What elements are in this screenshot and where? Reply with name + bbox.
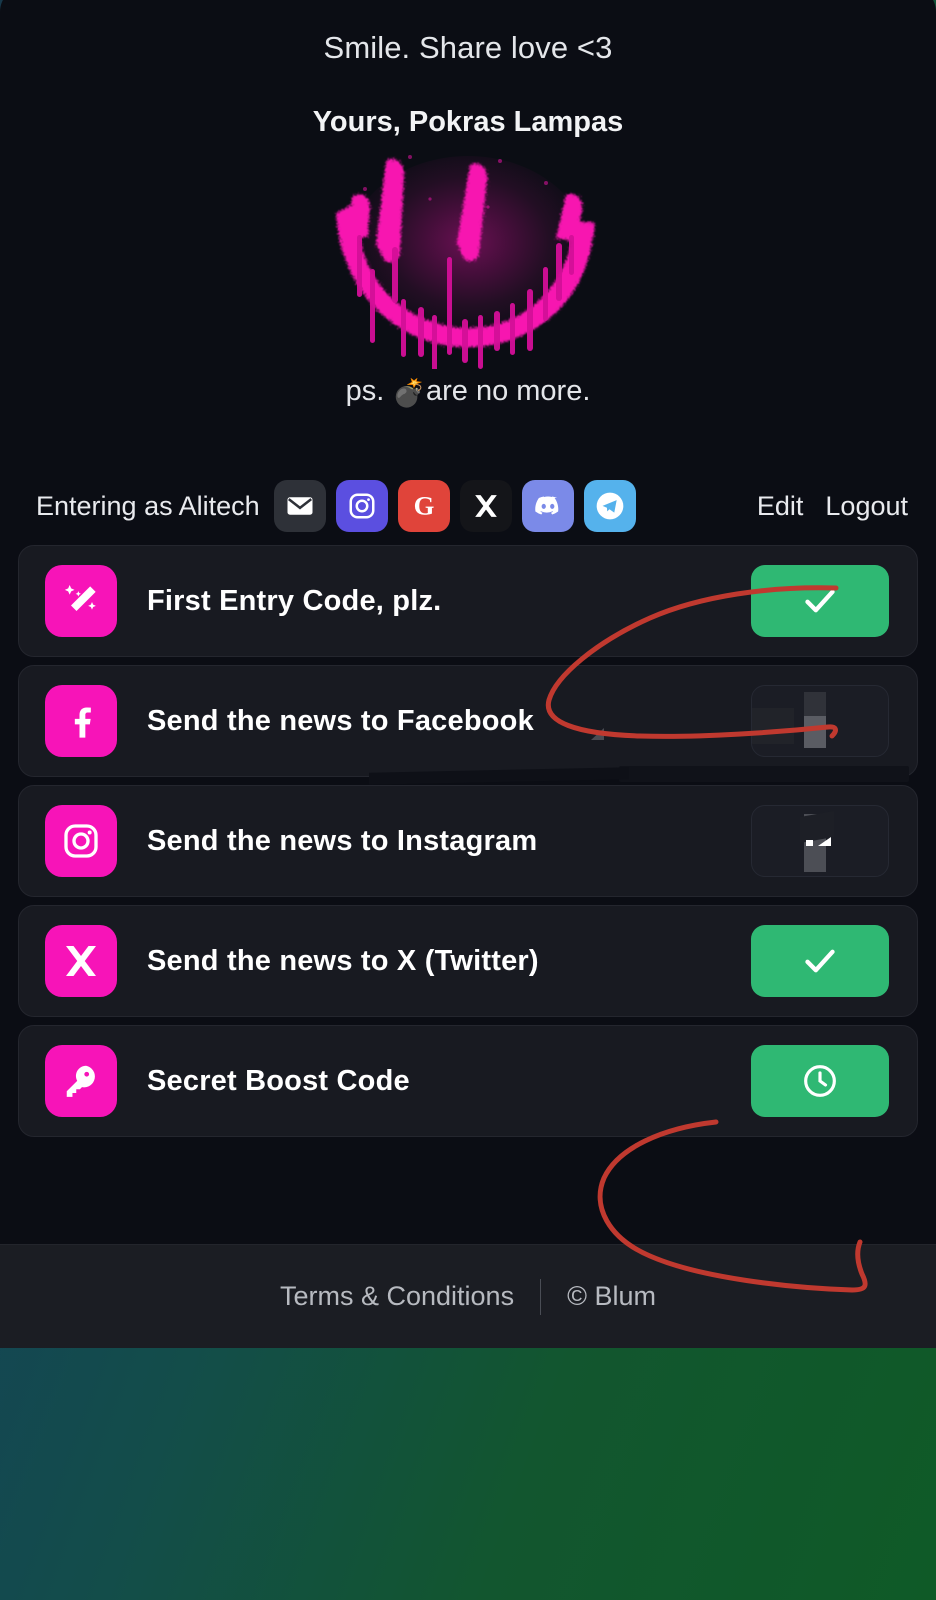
task-label: Secret Boost Code: [147, 1064, 410, 1097]
task-action-button[interactable]: [751, 565, 889, 637]
check-icon: [805, 949, 835, 973]
render-artifact: [591, 728, 604, 740]
google-icon[interactable]: G: [397, 480, 450, 532]
x-icon: [45, 925, 117, 997]
copyright-label: © Blum: [567, 1281, 656, 1311]
app-root: Smile. Share love <3 Yours, Pokras Lampa…: [0, 0, 936, 1600]
hero-line-1: Smile. Share love <3: [323, 30, 613, 65]
edit-button[interactable]: Edit: [757, 491, 804, 522]
render-artifact: [806, 840, 813, 846]
footer-divider: [540, 1278, 542, 1315]
logout-button[interactable]: Logout: [825, 491, 908, 522]
render-artifact: [619, 766, 909, 782]
task-label: Send the news to Instagram: [147, 824, 538, 857]
instagram-icon[interactable]: [335, 480, 388, 532]
clock-icon: [804, 1065, 836, 1097]
ps-line: ps. 💣are no more.: [0, 375, 936, 409]
footer: Terms & Conditions © Blum: [0, 1244, 936, 1348]
render-artifact: [369, 767, 629, 785]
ps-suffix: are no more.: [425, 375, 591, 407]
task-row[interactable]: First Entry Code, plz.: [18, 545, 918, 657]
task-action-button[interactable]: [751, 805, 889, 877]
task-label: Send the news to X (Twitter): [147, 944, 539, 977]
task-action-button[interactable]: [751, 1045, 889, 1117]
ps-prefix: ps.: [345, 375, 393, 407]
key-icon: [45, 1045, 117, 1117]
hero-section: Smile. Share love <3 Yours, Pokras Lampa…: [0, 0, 936, 139]
magic-wand-icon: [45, 565, 117, 637]
x-icon[interactable]: [459, 480, 512, 532]
task-label: Send the news to Facebook: [147, 704, 534, 737]
task-label: First Entry Code, plz.: [147, 584, 442, 617]
task-row[interactable]: Send the news to X (Twitter): [18, 905, 918, 1017]
render-artifact: [752, 708, 794, 744]
task-action-button[interactable]: [751, 925, 889, 997]
bomb-icon: 💣: [392, 378, 426, 408]
instagram-icon: [45, 805, 117, 877]
account-actions: Edit Logout: [757, 491, 908, 522]
email-icon[interactable]: [273, 480, 326, 532]
graffiti-smiley-icon: [336, 155, 595, 369]
account-row: Entering as Alitech G Edit Logout: [0, 473, 936, 539]
task-row[interactable]: Send the news to Facebook: [18, 665, 918, 785]
task-action-button[interactable]: [751, 685, 889, 757]
task-row[interactable]: Secret Boost Code: [18, 1025, 918, 1137]
terms-link[interactable]: Terms & Conditions: [280, 1281, 514, 1312]
social-login-strip: G: [273, 480, 636, 532]
render-artifact: [804, 716, 826, 748]
hero-line-2: Yours, Pokras Lampas: [312, 106, 624, 138]
task-list: First Entry Code, plz. Send the news to …: [0, 545, 936, 1137]
svg-text:G: G: [413, 491, 434, 521]
task-row[interactable]: Send the news to Instagram: [18, 785, 918, 897]
discord-icon[interactable]: [521, 480, 574, 532]
render-artifact: [800, 811, 834, 843]
main-card: Smile. Share love <3 Yours, Pokras Lampa…: [0, 0, 936, 1348]
facebook-icon: [45, 685, 117, 757]
check-icon: [805, 589, 835, 613]
telegram-icon[interactable]: [583, 480, 636, 532]
entering-as-label: Entering as Alitech: [36, 490, 260, 521]
